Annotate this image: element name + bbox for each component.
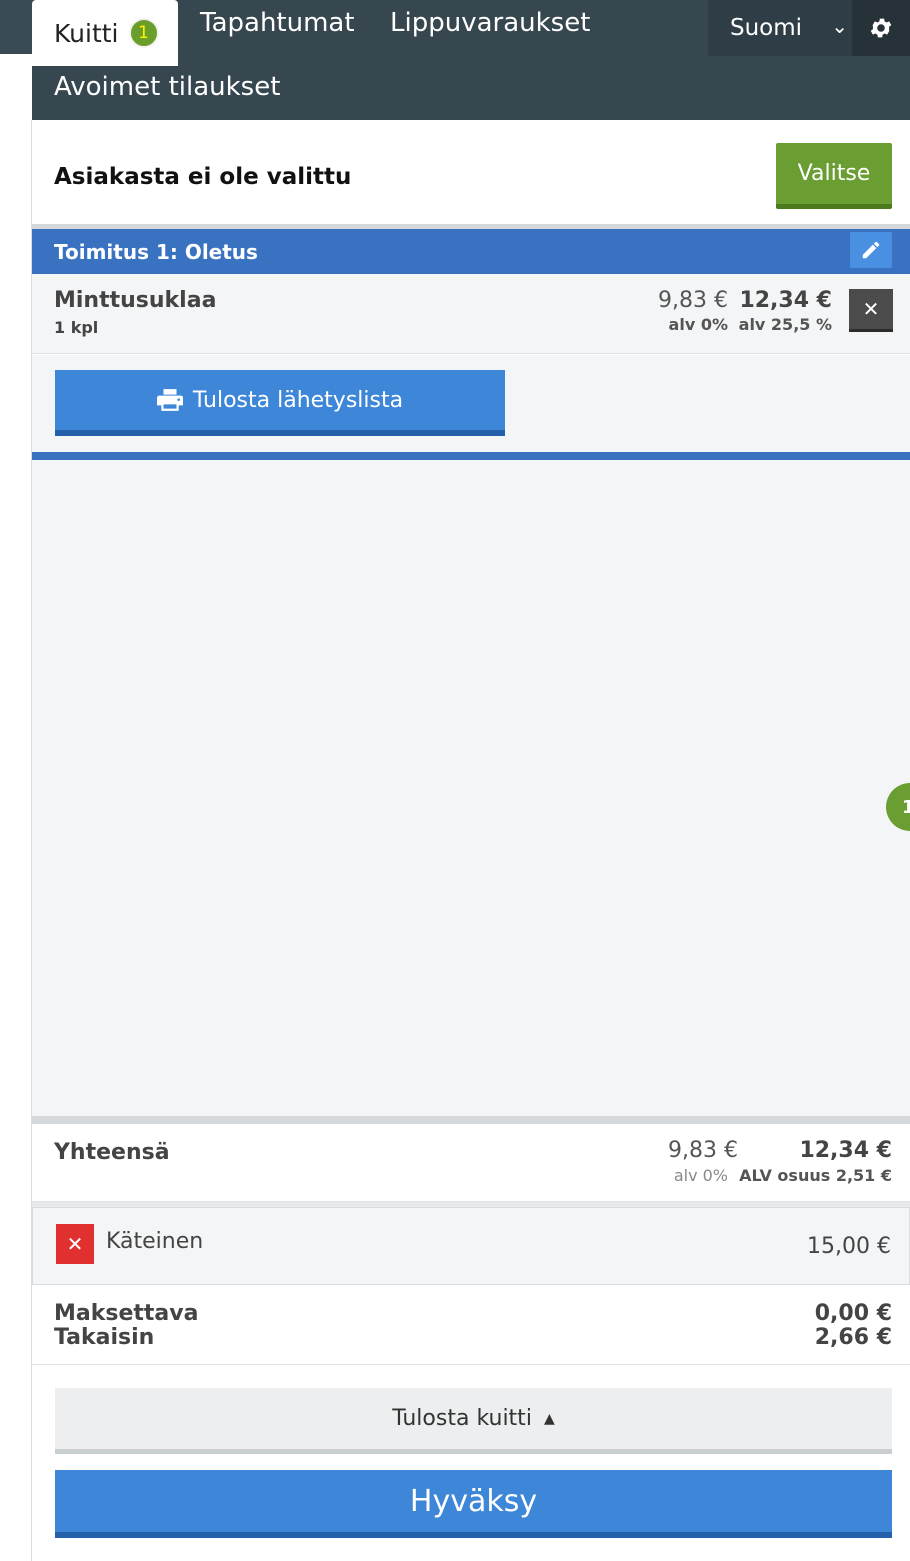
change-value: 2,66 € — [814, 1325, 892, 1350]
chevron-down-icon: ⌄ — [831, 14, 848, 38]
amount-due-row: Maksettava Takaisin 0,00 € 2,66 € — [32, 1285, 910, 1365]
product-vat-net: alv 0% — [668, 315, 728, 334]
print-list-area: Tulosta lähetyslista — [32, 355, 910, 452]
remove-payment-button[interactable]: ✕ — [56, 1224, 94, 1264]
product-price-net: 9,83 € — [658, 288, 728, 313]
product-quantity: 1 kpl — [54, 318, 99, 337]
divider — [32, 1116, 910, 1124]
edit-delivery-button[interactable] — [850, 232, 892, 268]
close-icon: ✕ — [862, 297, 880, 321]
totals-row: Yhteensä 9,83 € alv 0% 12,34 € ALV osuus… — [32, 1124, 910, 1202]
open-orders-title[interactable]: Avoimet tilaukset — [54, 72, 280, 102]
product-vat-gross: alv 25,5 % — [738, 315, 832, 334]
totals-gross: 12,34 € — [799, 1138, 892, 1163]
pos-receipt-page: Kuitti 1 Tapahtumat Lippuvaraukset Suomi… — [0, 0, 910, 1561]
customer-status-label: Asiakasta ei ole valittu — [54, 164, 352, 190]
totals-net: 9,83 € — [668, 1138, 738, 1163]
gear-icon — [870, 18, 892, 38]
action-area: Tulosta kuitti ▲ Hyväksy — [32, 1365, 910, 1561]
close-icon: ✕ — [66, 1232, 84, 1256]
remove-item-button[interactable]: ✕ — [849, 289, 893, 332]
print-packing-list-button[interactable]: Tulosta lähetyslista — [55, 370, 505, 436]
print-packing-list-label: Tulosta lähetyslista — [192, 387, 404, 413]
order-empty-area — [32, 460, 910, 1116]
delivery-title: Toimitus 1: Oletus — [54, 240, 258, 264]
product-name: Minttusuklaa — [54, 288, 217, 313]
product-price-gross: 12,34 € — [739, 288, 832, 313]
printer-icon — [156, 389, 183, 411]
tab-tapahtumat[interactable]: Tapahtumat — [200, 8, 355, 38]
tab-lippuvaraukset[interactable]: Lippuvaraukset — [390, 8, 590, 38]
totals-net-vat: alv 0% — [673, 1166, 728, 1185]
payment-row: ✕ Käteinen 15,00 € — [32, 1207, 910, 1285]
print-receipt-label: Tulosta kuitti — [392, 1406, 532, 1431]
tab-kuitti-count-badge: 1 — [128, 18, 159, 48]
delivery-header: Toimitus 1: Oletus — [32, 229, 910, 274]
customer-row: Asiakasta ei ole valittu Valitse — [32, 120, 910, 224]
tab-kuitti-label: Kuitti — [54, 18, 119, 48]
top-navigation: Kuitti 1 Tapahtumat Lippuvaraukset Suomi… — [32, 0, 910, 120]
select-customer-button[interactable]: Valitse — [776, 143, 892, 209]
settings-button[interactable] — [852, 0, 910, 56]
language-select[interactable]: Suomi ⌄ — [708, 0, 852, 56]
change-label: Takaisin — [54, 1325, 155, 1350]
language-select-value: Suomi — [730, 15, 803, 41]
accept-button[interactable]: Hyväksy — [55, 1470, 892, 1538]
section-divider-blue — [32, 452, 910, 460]
order-line-item[interactable]: Minttusuklaa 1 kpl 9,83 € alv 0% 12,34 €… — [32, 274, 910, 354]
tab-kuitti[interactable]: Kuitti 1 — [32, 0, 178, 66]
totals-label: Yhteensä — [54, 1140, 170, 1165]
payable-value: 0,00 € — [814, 1301, 892, 1326]
payment-method: Käteinen — [106, 1229, 204, 1254]
totals-vat-share: ALV osuus 2,51 € — [739, 1166, 892, 1185]
top-left-strip — [0, 0, 32, 54]
payable-label: Maksettava — [54, 1301, 199, 1326]
pencil-icon — [862, 241, 880, 259]
caret-up-icon: ▲ — [543, 1410, 555, 1427]
payment-amount: 15,00 € — [807, 1234, 891, 1259]
print-receipt-button[interactable]: Tulosta kuitti ▲ — [55, 1388, 892, 1454]
